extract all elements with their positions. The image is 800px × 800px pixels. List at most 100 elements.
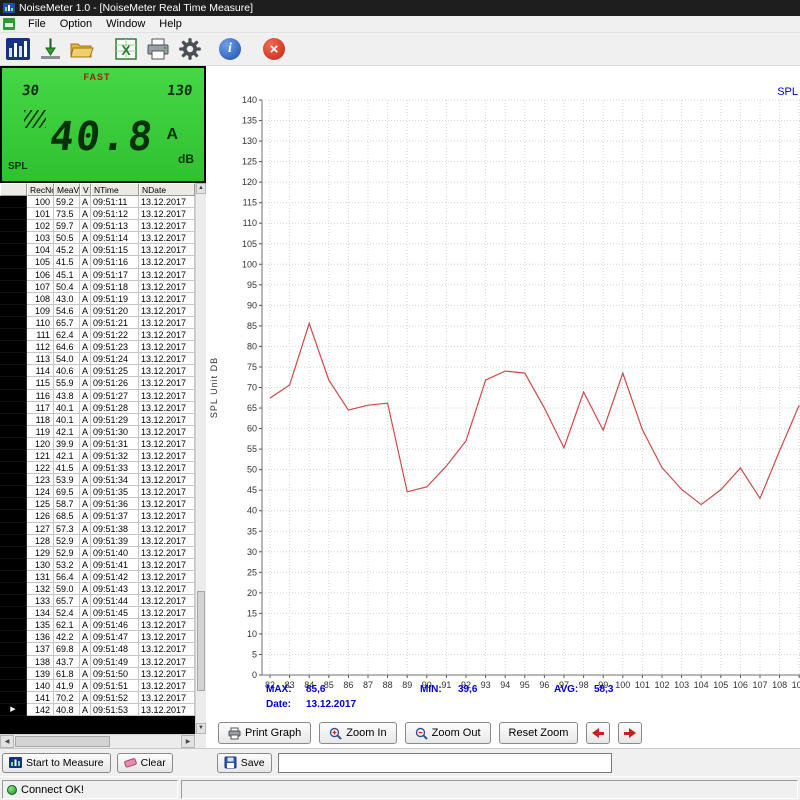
cell-recno: 138 xyxy=(27,656,54,668)
level-meter-button[interactable] xyxy=(4,35,32,63)
table-row[interactable]: 10541.5A09:51:1613.12.2017 xyxy=(0,256,195,268)
table-row[interactable]: 11065.7A09:51:2113.12.2017 xyxy=(0,317,195,329)
stop-button[interactable]: × xyxy=(260,35,288,63)
header-ndate[interactable]: NDate xyxy=(139,183,195,196)
menu-window[interactable]: Window xyxy=(99,17,152,31)
table-row[interactable]: 10750.4A09:51:1813.12.2017 xyxy=(0,281,195,293)
table-row[interactable]: 11840.1A09:51:2913.12.2017 xyxy=(0,414,195,426)
open-file-button[interactable] xyxy=(68,35,96,63)
cell-recno: 129 xyxy=(27,547,54,559)
menu-option[interactable]: Option xyxy=(53,17,99,31)
scroll-left-icon[interactable]: ◀ xyxy=(0,735,14,748)
scroll-chart-right-button[interactable] xyxy=(618,722,642,744)
excel-export-button[interactable]: X xyxy=(112,35,140,63)
table-row[interactable]: 11643.8A09:51:2713.12.2017 xyxy=(0,390,195,402)
table-row[interactable]: 12353.9A09:51:3413.12.2017 xyxy=(0,474,195,486)
cell-ndate: 13.12.2017 xyxy=(139,571,195,583)
app-icon xyxy=(3,2,15,14)
table-row[interactable]: 10954.6A09:51:2013.12.2017 xyxy=(0,305,195,317)
table-row[interactable]: 11440.6A09:51:2513.12.2017 xyxy=(0,365,195,377)
table-row[interactable]: 10059.2A09:51:1113.12.2017 xyxy=(0,196,195,208)
table-row[interactable]: 13053.2A09:51:4113.12.2017 xyxy=(0,559,195,571)
table-row[interactable]: 13452.4A09:51:4513.12.2017 xyxy=(0,607,195,619)
table-row[interactable]: 13961.8A09:51:5013.12.2017 xyxy=(0,668,195,680)
table-row[interactable]: 12558.7A09:51:3613.12.2017 xyxy=(0,498,195,510)
table-row[interactable]: 11740.1A09:51:2813.12.2017 xyxy=(0,402,195,414)
table-row[interactable]: 12757.3A09:51:3813.12.2017 xyxy=(0,523,195,535)
header-meaval[interactable]: MeaVal xyxy=(54,183,80,196)
scroll-right-icon[interactable]: ▶ xyxy=(181,735,195,748)
horizontal-scrollbar[interactable]: ◀ ▶ xyxy=(0,734,195,748)
cell-recno: 108 xyxy=(27,293,54,305)
table-row[interactable]: 12668.5A09:51:3713.12.2017 xyxy=(0,510,195,522)
vertical-scroll-thumb[interactable] xyxy=(197,591,205,691)
vertical-scrollbar[interactable]: ▲ ▼ xyxy=(195,183,206,734)
scroll-down-icon[interactable]: ▼ xyxy=(196,723,206,734)
menu-help[interactable]: Help xyxy=(152,17,189,31)
current-row-indicator: ▶ xyxy=(0,704,27,716)
zoom-out-button[interactable]: Zoom Out xyxy=(405,722,491,744)
clear-button[interactable]: Clear xyxy=(117,753,173,773)
cell-ndate: 13.12.2017 xyxy=(139,414,195,426)
row-indicator xyxy=(0,281,27,293)
table-row[interactable]: 12039.9A09:51:3113.12.2017 xyxy=(0,438,195,450)
table-row[interactable]: 10843.0A09:51:1913.12.2017 xyxy=(0,293,195,305)
table-row[interactable]: 12852.9A09:51:3913.12.2017 xyxy=(0,535,195,547)
export-data-button[interactable] xyxy=(36,35,64,63)
row-indicator xyxy=(0,365,27,377)
row-indicator xyxy=(0,377,27,389)
table-row[interactable]: 11942.1A09:51:3013.12.2017 xyxy=(0,426,195,438)
print-button[interactable] xyxy=(144,35,172,63)
table-row[interactable]: 12241.5A09:51:3313.12.2017 xyxy=(0,462,195,474)
table-row[interactable]: 10350.5A09:51:1413.12.2017 xyxy=(0,232,195,244)
mdi-child-icon[interactable] xyxy=(3,18,15,30)
cell-v: A xyxy=(80,547,91,559)
cell-meaval: 53.2 xyxy=(54,559,80,571)
table-row[interactable]: 13843.7A09:51:4913.12.2017 xyxy=(0,656,195,668)
table-row[interactable]: 14170.2A09:51:5213.12.2017 xyxy=(0,692,195,704)
scroll-up-icon[interactable]: ▲ xyxy=(196,183,206,194)
table-row[interactable]: 13156.4A09:51:4213.12.2017 xyxy=(0,571,195,583)
start-measure-button[interactable]: Start to Measure xyxy=(2,753,111,773)
table-row[interactable]: 11354.0A09:51:2413.12.2017 xyxy=(0,353,195,365)
table-row[interactable]: 12142.1A09:51:3213.12.2017 xyxy=(0,450,195,462)
row-indicator xyxy=(0,353,27,365)
table-row[interactable]: 13365.7A09:51:4413.12.2017 xyxy=(0,595,195,607)
table-row[interactable]: 10173.5A09:51:1213.12.2017 xyxy=(0,208,195,220)
table-row[interactable]: 13769.8A09:51:4813.12.2017 xyxy=(0,643,195,655)
svg-text:X: X xyxy=(121,42,131,58)
print-graph-button[interactable]: Print Graph xyxy=(218,722,311,744)
table-row[interactable]: 12952.9A09:51:4013.12.2017 xyxy=(0,547,195,559)
info-button[interactable]: i xyxy=(216,35,244,63)
cell-meaval: 41.5 xyxy=(54,256,80,268)
cell-v: A xyxy=(80,595,91,607)
zoom-in-button[interactable]: Zoom In xyxy=(319,722,396,744)
save-button[interactable]: Save xyxy=(217,753,272,773)
cell-ndate: 13.12.2017 xyxy=(139,547,195,559)
table-row[interactable]: 10445.2A09:51:1513.12.2017 xyxy=(0,244,195,256)
table-row[interactable]: 13642.2A09:51:4713.12.2017 xyxy=(0,631,195,643)
menu-file[interactable]: File xyxy=(21,17,53,31)
table-row[interactable]: 10645.1A09:51:1713.12.2017 xyxy=(0,269,195,281)
scroll-chart-left-button[interactable] xyxy=(586,722,610,744)
cell-v: A xyxy=(80,607,91,619)
table-row[interactable]: 12469.5A09:51:3513.12.2017 xyxy=(0,486,195,498)
table-row[interactable]: 13259.0A09:51:4313.12.2017 xyxy=(0,583,195,595)
header-v[interactable]: V xyxy=(80,183,91,196)
cell-meaval: 69.8 xyxy=(54,643,80,655)
table-row[interactable]: 11555.9A09:51:2613.12.2017 xyxy=(0,377,195,389)
table-row[interactable]: ▶14240.8A09:51:5313.12.2017 xyxy=(0,704,195,716)
header-recno[interactable]: RecNo xyxy=(27,183,54,196)
table-row[interactable]: 10259.7A09:51:1313.12.2017 xyxy=(0,220,195,232)
table-row[interactable]: 13562.1A09:51:4613.12.2017 xyxy=(0,619,195,631)
cell-ntime: 09:51:43 xyxy=(91,583,139,595)
table-row[interactable]: 11162.4A09:51:2213.12.2017 xyxy=(0,329,195,341)
reset-zoom-button[interactable]: Reset Zoom xyxy=(499,722,579,744)
save-label: Save xyxy=(241,757,265,769)
note-input[interactable] xyxy=(278,753,612,773)
settings-button[interactable] xyxy=(176,35,204,63)
table-row[interactable]: 14041.9A09:51:5113.12.2017 xyxy=(0,680,195,692)
table-row[interactable]: 11264.6A09:51:2313.12.2017 xyxy=(0,341,195,353)
horizontal-scroll-thumb[interactable] xyxy=(15,736,110,747)
header-ntime[interactable]: NTime xyxy=(91,183,139,196)
